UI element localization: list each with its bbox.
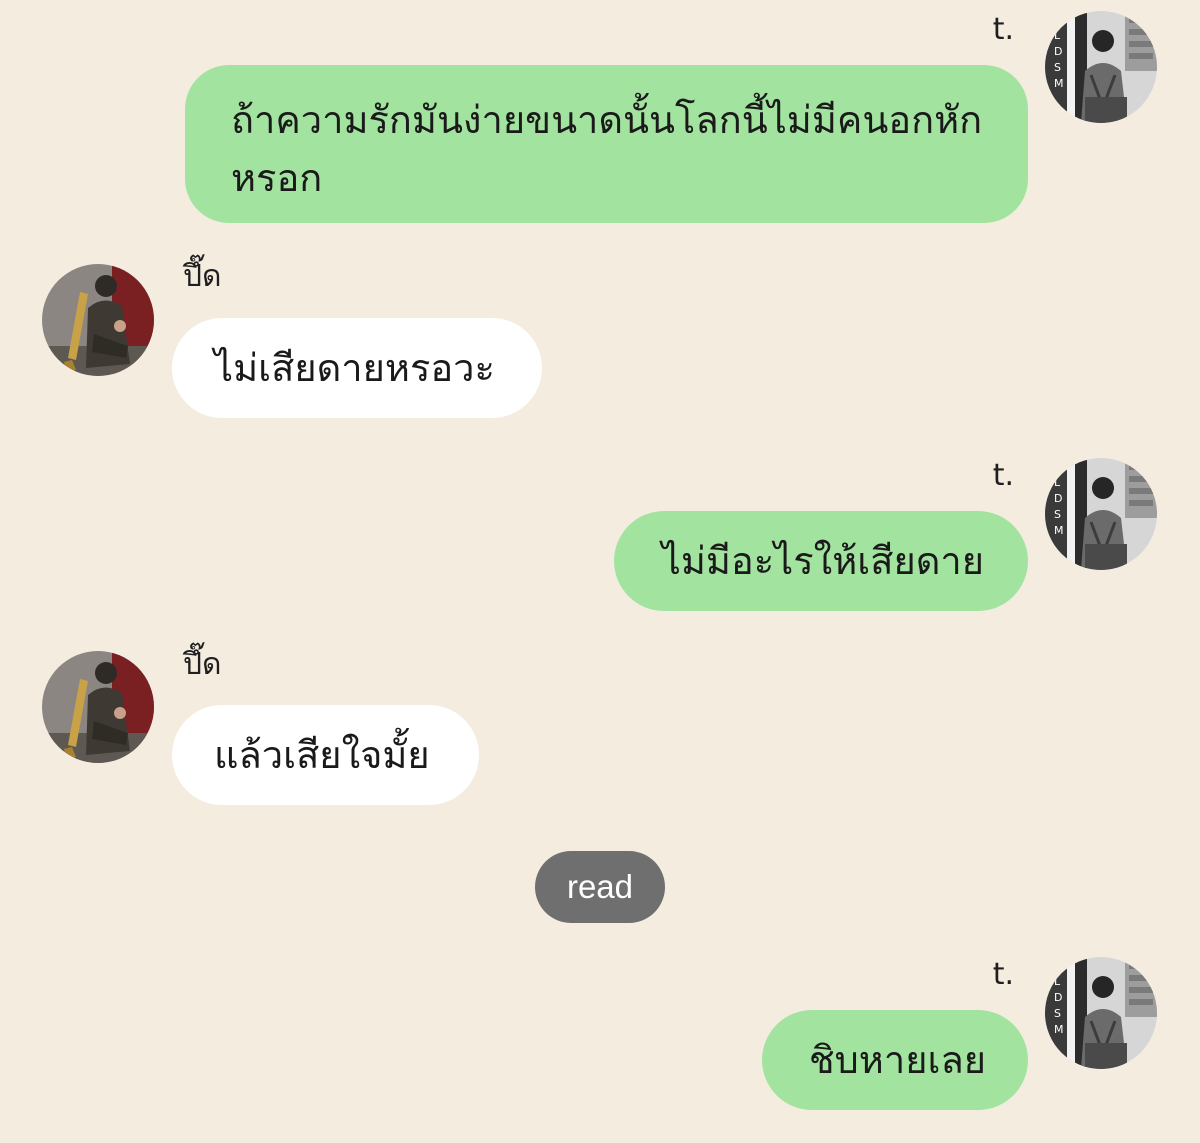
- profile-photo-icon: [1045, 458, 1157, 570]
- sender-name: t.: [992, 957, 1014, 992]
- message-text: แล้วเสียใจมั้ย: [214, 733, 430, 777]
- message-bubble-incoming[interactable]: แล้วเสียใจมั้ย: [172, 705, 479, 805]
- profile-photo-icon: [42, 264, 154, 376]
- avatar[interactable]: [42, 651, 154, 763]
- avatar[interactable]: [1045, 458, 1157, 570]
- message-text-line: หรอก: [231, 156, 323, 200]
- message-bubble-outgoing[interactable]: ถ้าความรักมันง่ายขนาดนั้นโลกนี้ไม่มีคนอก…: [185, 65, 1028, 223]
- sender-name: ปึ๊ด: [183, 259, 222, 294]
- avatar[interactable]: [1045, 11, 1157, 123]
- message-bubble-outgoing[interactable]: ชิบหายเลย: [762, 1010, 1028, 1110]
- sender-name: t.: [992, 458, 1014, 493]
- profile-photo-icon: [1045, 11, 1157, 123]
- read-status-badge: read: [535, 851, 665, 923]
- avatar[interactable]: [1045, 957, 1157, 1069]
- message-text: ชิบหายเลย: [808, 1038, 986, 1082]
- sender-name: t.: [992, 12, 1014, 47]
- message-text-line: ถ้าความรักมันง่ายขนาดนั้นโลกนี้ไม่มีคนอก…: [231, 98, 983, 142]
- message-bubble-incoming[interactable]: ไม่เสียดายหรอวะ: [172, 318, 542, 418]
- profile-photo-icon: [42, 651, 154, 763]
- message-bubble-outgoing[interactable]: ไม่มีอะไรให้เสียดาย: [614, 511, 1028, 611]
- sender-name: ปึ๊ด: [183, 647, 222, 682]
- profile-photo-icon: [1045, 957, 1157, 1069]
- avatar[interactable]: [42, 264, 154, 376]
- message-text: ไม่เสียดายหรอวะ: [214, 346, 495, 390]
- message-text: ไม่มีอะไรให้เสียดาย: [661, 539, 984, 583]
